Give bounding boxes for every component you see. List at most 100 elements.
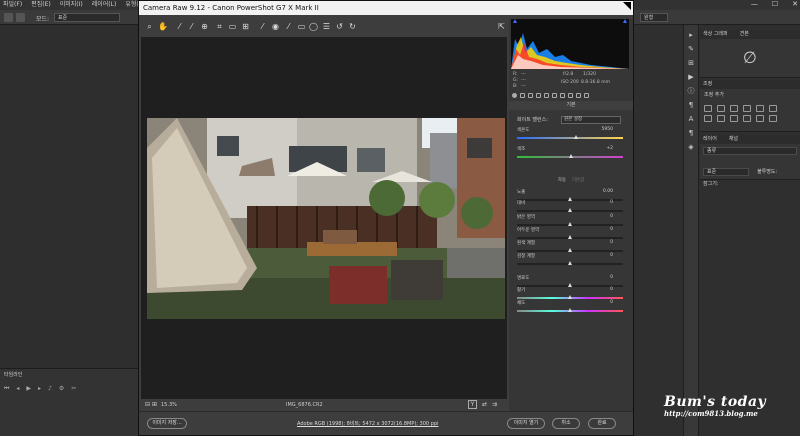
detail-icon[interactable]	[528, 93, 533, 98]
clone-source-icon[interactable]: ⊞	[687, 59, 695, 67]
workflow-options-link[interactable]: Adobe RGB (1998); 8비트; 5472 x 3072(16.8M…	[297, 420, 438, 427]
mode-select[interactable]: 표준	[54, 13, 120, 22]
slider-value[interactable]: +2	[606, 146, 613, 151]
white-balance-select[interactable]: 원본 설정	[561, 116, 621, 124]
slider-value[interactable]: 0	[610, 240, 613, 245]
open-image-button[interactable]: 이미지 열기	[507, 418, 545, 429]
transform-tool-icon[interactable]: ⊞	[241, 22, 250, 31]
straighten-tool-icon[interactable]: ▭	[228, 22, 237, 31]
slider-value[interactable]: 0	[610, 287, 613, 292]
info-icon[interactable]: ⓘ	[687, 87, 695, 95]
character-icon[interactable]: A	[687, 115, 695, 123]
rotate-cw-icon[interactable]: ↻	[348, 22, 357, 31]
channel-mixer-icon[interactable]	[743, 115, 751, 122]
prev-frame-icon[interactable]: ◂	[16, 385, 19, 393]
vibrance-icon[interactable]	[756, 105, 764, 112]
brush-icon[interactable]: ✎	[687, 45, 695, 53]
zoom-level-select[interactable]: 15.3%	[161, 402, 177, 408]
3d-icon[interactable]: ◈	[687, 143, 695, 151]
bw-icon[interactable]	[717, 115, 725, 122]
slider-thumb[interactable]	[567, 261, 572, 265]
default-link[interactable]: 기본값	[572, 178, 584, 183]
color-balance-icon[interactable]	[704, 115, 712, 122]
hand-tool-icon[interactable]: ✋	[158, 22, 168, 31]
menu-layer[interactable]: 레이어(L)	[92, 0, 117, 10]
cancel-button[interactable]: 취소	[552, 418, 580, 429]
zoom-in-icon[interactable]: ⊞	[152, 401, 157, 408]
tab-layers[interactable]: 레이어	[703, 135, 717, 144]
slider-thumb[interactable]	[568, 154, 573, 158]
slider-track[interactable]	[517, 137, 623, 139]
audio-icon[interactable]: ♪	[48, 385, 52, 393]
white-balance-tool-icon[interactable]: ⁄	[175, 22, 184, 31]
graduated-filter-icon[interactable]: ▭	[297, 22, 306, 31]
basic-panel-icon[interactable]	[512, 93, 517, 98]
color-sampler-icon[interactable]: ⁄	[187, 22, 196, 31]
done-button[interactable]: 완료	[588, 418, 616, 429]
auto-link[interactable]: 자동	[558, 178, 566, 183]
slider-thumb[interactable]	[567, 248, 572, 252]
copy-settings-icon[interactable]: ⇉	[492, 401, 497, 408]
next-frame-icon[interactable]: ▸	[38, 385, 41, 393]
zoom-tool-icon[interactable]: ⌕	[145, 22, 154, 31]
glyphs-icon[interactable]: ¶	[687, 129, 695, 137]
paragraph-icon[interactable]: ¶	[687, 101, 695, 109]
presets-icon[interactable]	[576, 93, 581, 98]
adjustment-brush-icon[interactable]: ⁄	[284, 22, 293, 31]
split-icon[interactable]: ✂	[71, 385, 76, 393]
brush-preset-icon[interactable]	[16, 13, 25, 22]
preferences-icon[interactable]: ☰	[322, 22, 331, 31]
tab-color[interactable]: 색상 그래퍼	[703, 30, 728, 39]
lens-corrections-icon[interactable]	[552, 93, 557, 98]
slider-thumb[interactable]	[567, 235, 572, 239]
minimize-icon[interactable]: —	[751, 0, 758, 8]
slider-value[interactable]: 0	[610, 214, 613, 219]
brightness-icon[interactable]	[704, 105, 712, 112]
actions-icon[interactable]: ▶	[687, 73, 695, 81]
save-image-button[interactable]: 이미지 저장...	[147, 418, 187, 429]
red-eye-icon[interactable]: ◉	[271, 22, 280, 31]
slider-thumb[interactable]	[567, 295, 572, 299]
invert-icon[interactable]	[769, 115, 777, 122]
play-icon[interactable]: ▶	[26, 385, 31, 393]
exposure-icon[interactable]	[743, 105, 751, 112]
targeted-adjust-icon[interactable]: ⊕	[200, 22, 209, 31]
slider-value[interactable]: 0	[610, 300, 613, 305]
levels-icon[interactable]	[717, 105, 725, 112]
fullscreen-icon[interactable]: ⇱	[497, 22, 506, 31]
slider-thumb[interactable]	[567, 308, 572, 312]
tab-swatches[interactable]: 견본	[740, 30, 749, 39]
before-after-icon[interactable]: Y	[468, 400, 477, 409]
rotate-ccw-icon[interactable]: ↺	[335, 22, 344, 31]
tab-adjustments[interactable]: 조정	[703, 80, 712, 89]
swap-icon[interactable]: ⇄	[482, 401, 487, 408]
slider-thumb[interactable]	[567, 208, 572, 212]
maximize-icon[interactable]: ☐	[772, 0, 778, 8]
workspace-select[interactable]: 원형	[640, 13, 668, 22]
hue-icon[interactable]	[769, 105, 777, 112]
lookup-icon[interactable]	[756, 115, 764, 122]
tone-curve-icon[interactable]	[520, 93, 525, 98]
curves-icon[interactable]	[730, 105, 738, 112]
effects-icon[interactable]	[560, 93, 565, 98]
slider-value[interactable]: 0	[610, 275, 613, 280]
photo-filter-icon[interactable]	[730, 115, 738, 122]
settings-icon[interactable]: ⚙	[59, 385, 64, 393]
slider-value[interactable]: 0	[610, 227, 613, 232]
split-toning-icon[interactable]	[544, 93, 549, 98]
slider-value[interactable]: 5950	[602, 127, 613, 132]
camera-calibration-icon[interactable]	[568, 93, 573, 98]
history-icon[interactable]: ▸	[687, 31, 695, 39]
first-frame-icon[interactable]: ⏮	[4, 385, 9, 393]
radial-filter-icon[interactable]: ◯	[309, 22, 318, 31]
photo-preview[interactable]	[147, 118, 505, 319]
slider-thumb[interactable]	[567, 222, 572, 226]
slider-thumb[interactable]	[573, 135, 578, 139]
crop-tool-icon[interactable]: ⌗	[215, 22, 224, 31]
menu-file[interactable]: 파일(F)	[3, 0, 22, 10]
layer-kind-filter[interactable]: 종류	[703, 147, 797, 155]
zoom-out-icon[interactable]: ⊟	[145, 401, 150, 408]
home-icon[interactable]	[4, 13, 13, 22]
blend-mode-select[interactable]: 표준	[703, 168, 749, 176]
spot-removal-icon[interactable]: ⁄	[258, 22, 267, 31]
